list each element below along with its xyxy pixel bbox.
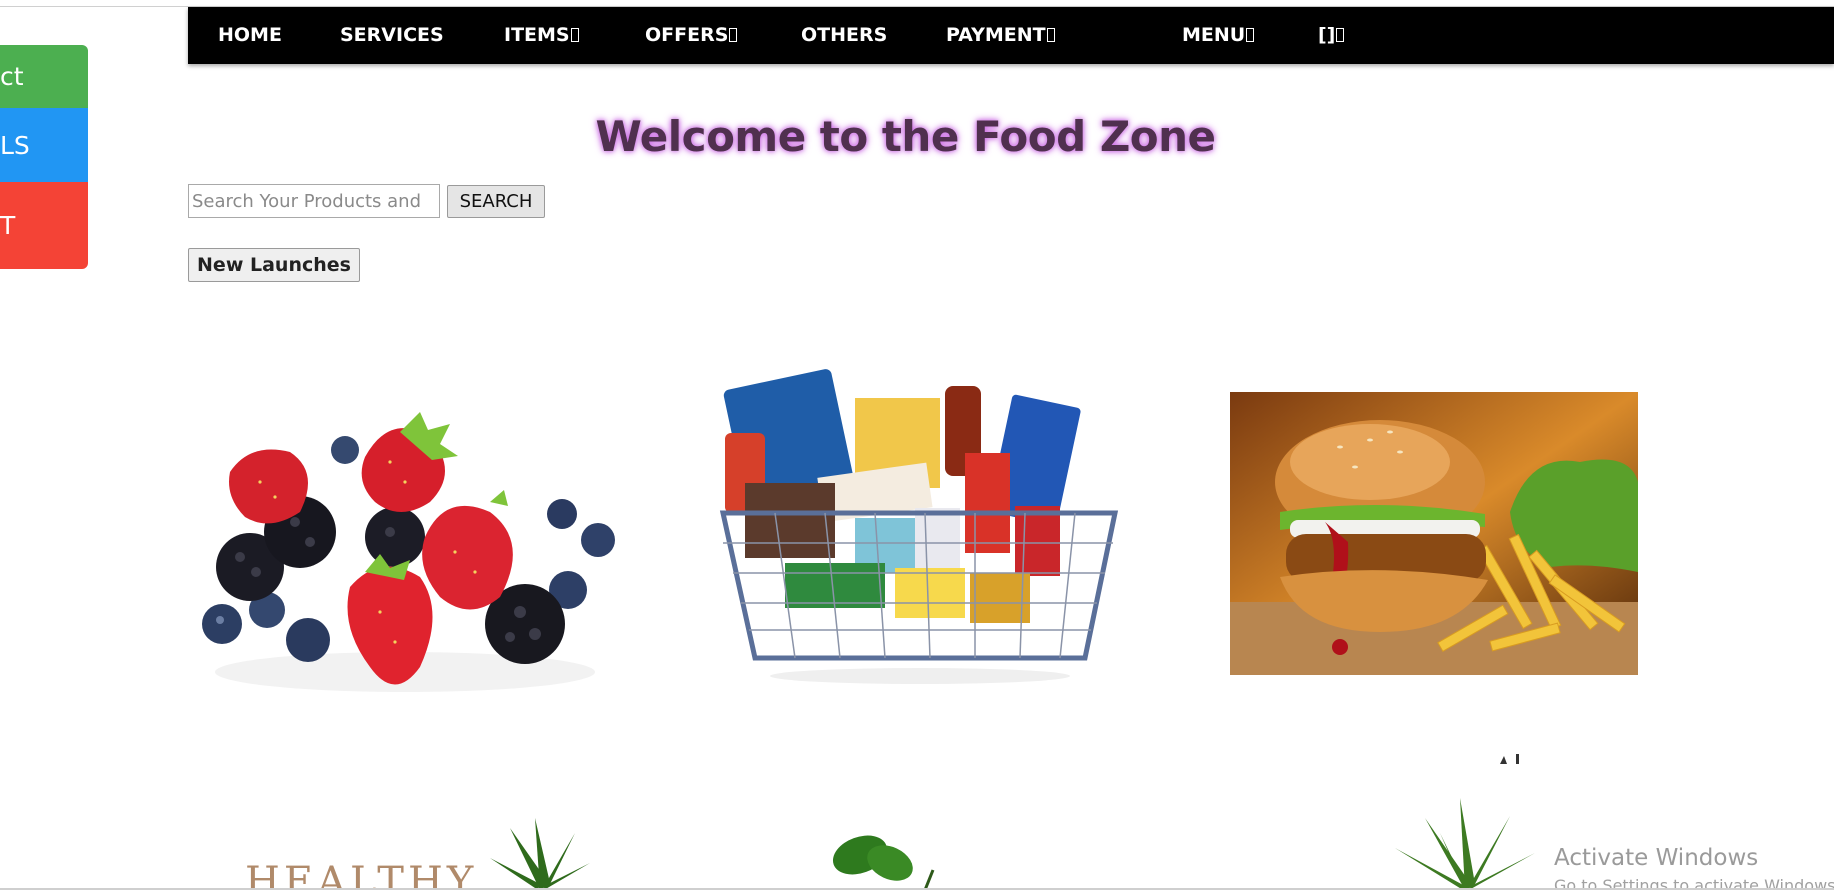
pineapple-leaves-icon [490, 818, 590, 890]
nav-payment-label: PAYMENT [946, 24, 1046, 46]
search-input[interactable] [188, 184, 440, 218]
nav-others[interactable]: OTHERS [801, 7, 887, 64]
nav-others-label: OTHERS [801, 24, 888, 46]
side-button-contact-label: ct [0, 62, 24, 91]
activate-windows-title: Activate Windows [1554, 845, 1759, 871]
nav-menu-label: MENU [1182, 24, 1246, 46]
nav-items-label: ITEMS [504, 24, 570, 46]
dropdown-glyph-icon [1246, 28, 1255, 42]
decor-mark [1500, 754, 1519, 764]
dropdown-glyph-icon [729, 28, 738, 42]
search-button[interactable]: SEARCH [447, 185, 545, 218]
nav-home[interactable]: HOME [218, 7, 282, 64]
nav-menu[interactable]: MENU [1182, 7, 1255, 64]
side-button-cart[interactable]: T [0, 182, 88, 269]
nav-services-label: SERVICES [340, 24, 444, 46]
burger-fries-image[interactable] [1230, 392, 1638, 675]
bottom-divider [0, 888, 1834, 890]
berries-image[interactable] [190, 402, 620, 702]
nav-items[interactable]: ITEMS [504, 7, 579, 64]
grocery-basket-image[interactable] [715, 358, 1125, 690]
nav-services[interactable]: SERVICES [340, 7, 444, 64]
nav-payment[interactable]: PAYMENT [946, 7, 1055, 64]
page-title: Welcome to the Food Zone [595, 112, 1216, 161]
side-button-contact[interactable]: ct [0, 45, 88, 108]
new-launches-button[interactable]: New Launches [188, 248, 360, 282]
dropdown-glyph-icon [570, 28, 579, 42]
dropdown-glyph-icon [1336, 28, 1345, 42]
pineapple-crown-icon [1395, 798, 1535, 890]
nav-offers[interactable]: OFFERS [645, 7, 738, 64]
nav-home-label: HOME [218, 24, 282, 46]
spinach-leaves-icon [832, 835, 935, 890]
nav-extra[interactable]: [] [1318, 7, 1345, 64]
dropdown-glyph-icon [1046, 28, 1055, 42]
main-navbar: HOME SERVICES ITEMS OFFERS OTHERS PAYMEN… [188, 7, 1834, 64]
nav-offers-label: OFFERS [645, 24, 729, 46]
healthy-banner-text: HEALTHY [245, 862, 478, 888]
nav-extra-label: [] [1318, 24, 1336, 46]
side-button-cart-label: T [0, 211, 16, 240]
